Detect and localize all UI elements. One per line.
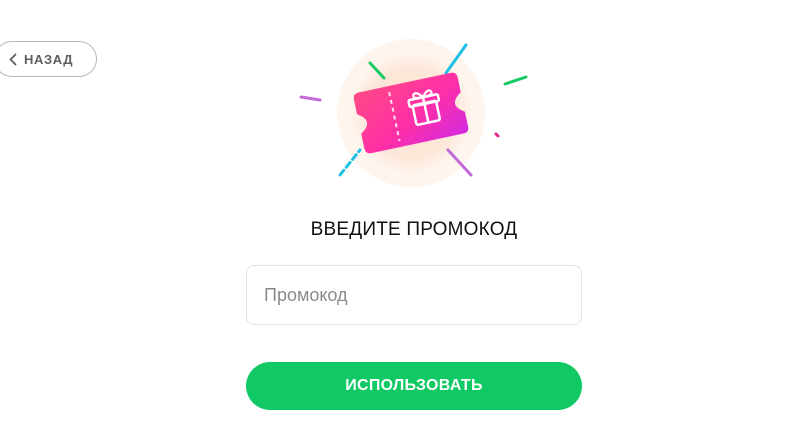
promo-code-page: НАЗАД ВВЕДИТЕ ПРОМОКОД Промокод ИСПОЛЬЗО… bbox=[0, 0, 800, 432]
chevron-left-icon bbox=[9, 52, 19, 66]
back-button[interactable]: НАЗАД bbox=[0, 41, 97, 77]
confetti-green-right bbox=[503, 75, 528, 86]
promo-illustration bbox=[290, 30, 540, 190]
confetti-pink-dot bbox=[494, 132, 500, 138]
confetti-purple-left bbox=[299, 95, 322, 102]
use-promo-button[interactable]: ИСПОЛЬЗОВАТЬ bbox=[246, 362, 582, 410]
promo-code-input[interactable] bbox=[246, 265, 582, 325]
back-button-label: НАЗАД bbox=[24, 51, 74, 67]
page-title: ВВЕДИТЕ ПРОМОКОД bbox=[310, 219, 518, 240]
